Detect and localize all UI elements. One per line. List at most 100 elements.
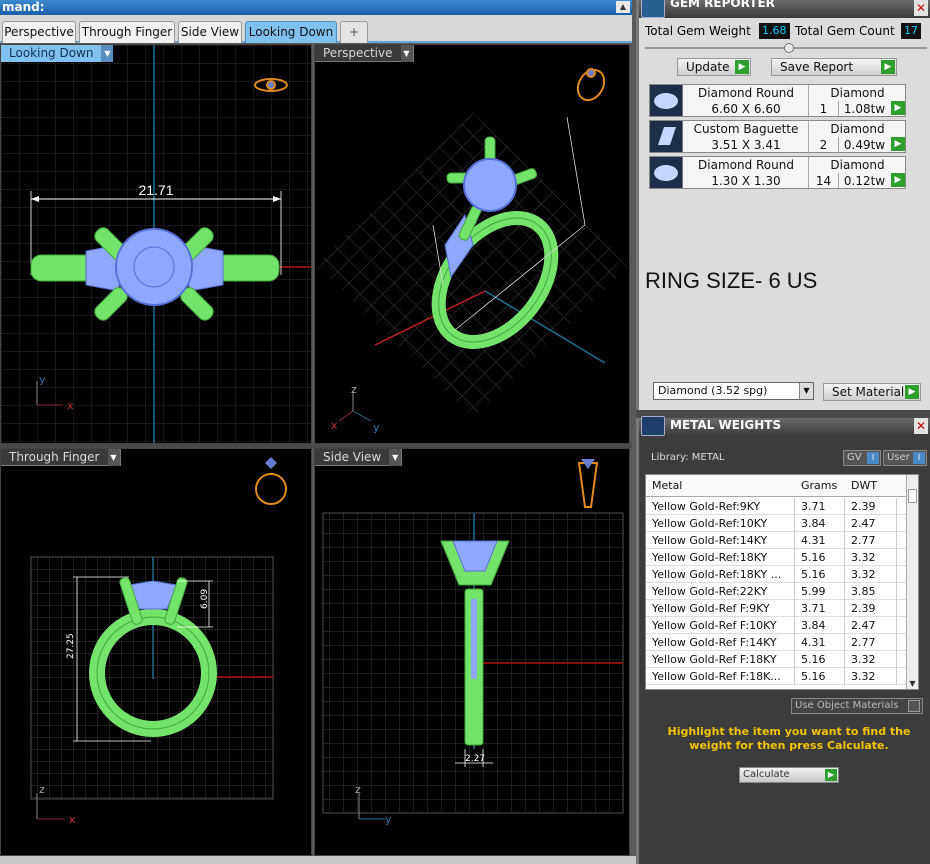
height-dimension-label: 27.25 <box>66 633 76 659</box>
table-row[interactable]: Yellow Gold-Ref F:14KY 4.31 2.77 <box>646 634 908 651</box>
viewport-label[interactable]: Side View ▼ <box>315 449 403 466</box>
viewport-side-view[interactable]: Side View ▼ 2.27 z y <box>314 448 630 856</box>
viewport-label-text: Through Finger <box>9 450 100 464</box>
gv-toggle[interactable]: GV I <box>843 450 881 466</box>
table-row[interactable]: Yellow Gold-Ref:10KY 3.84 2.47 <box>646 515 908 532</box>
close-icon[interactable]: ✕ <box>914 0 928 16</box>
grams-value: 5.16 <box>801 568 826 581</box>
viewport-looking-down[interactable]: Looking Down ▼ 21.71 y x <box>0 44 312 444</box>
column-divider <box>896 498 897 515</box>
grams-value: 5.16 <box>801 670 826 683</box>
metal-table-header: Metal Grams DWT <box>646 475 918 497</box>
viewport-label[interactable]: Through Finger ▼ <box>1 449 121 466</box>
splitter-handle[interactable] <box>784 43 794 53</box>
gem-reporter-header: GEM REPORTER ✕ <box>639 0 930 18</box>
metal-name: Yellow Gold-Ref:14KY <box>652 534 768 547</box>
add-tab-button[interactable]: + <box>340 21 368 43</box>
ring-size-note: RING SIZE- 6 US <box>645 268 818 293</box>
column-divider <box>794 549 795 566</box>
table-row[interactable]: Yellow Gold-Ref F:18K... 5.16 3.32 <box>646 668 908 685</box>
metal-weights-panel: METAL WEIGHTS ✕ Library: METAL GV I User I… <box>636 416 930 864</box>
scrollbar-thumb[interactable] <box>908 489 917 503</box>
panel-divider[interactable] <box>636 410 930 418</box>
table-row[interactable]: Yellow Gold-Ref F:9KY 3.71 2.39 <box>646 600 908 617</box>
table-row[interactable]: Yellow Gold-Ref:18KY 5.16 3.32 <box>646 549 908 566</box>
column-divider <box>896 600 897 617</box>
grams-value: 5.16 <box>801 653 826 666</box>
column-divider <box>844 617 845 634</box>
column-divider <box>844 634 845 651</box>
tab-side-view[interactable]: Side View <box>178 21 242 43</box>
use-object-label: Use Object Materials <box>795 700 899 711</box>
tab-looking-down[interactable]: Looking Down <box>245 21 337 43</box>
gem-size: 3.51 X 3.41 <box>711 138 781 152</box>
viewport-label[interactable]: Perspective ▼ <box>315 45 414 62</box>
set-material-button[interactable]: Set Material ▶ <box>823 383 921 401</box>
metal-table[interactable]: Metal Grams DWT Yellow Gold-Ref:9KY 3.71 2… <box>645 474 919 690</box>
total-weight-value: 1.68 <box>759 23 790 39</box>
save-report-button[interactable]: Save Report ▶ <box>771 58 897 76</box>
tab-perspective[interactable]: Perspective <box>2 21 76 43</box>
close-icon[interactable]: ✕ <box>914 418 928 434</box>
metal-name: Yellow Gold-Ref:9KY <box>652 500 761 513</box>
grams-value: 3.71 <box>801 500 826 513</box>
play-icon: ▶ <box>905 385 919 399</box>
table-row[interactable]: Yellow Gold-Ref:18KY ... 5.16 3.32 <box>646 566 908 583</box>
update-button[interactable]: Update ▶ <box>677 58 751 76</box>
column-header-dwt[interactable]: DWT <box>851 475 877 497</box>
column-divider <box>844 532 845 549</box>
scroll-up-icon[interactable]: ▲ <box>616 1 630 13</box>
chevron-down-icon[interactable]: ▼ <box>799 383 813 399</box>
chevron-down-icon[interactable]: ▼ <box>389 449 402 466</box>
round-gem-icon <box>650 85 683 116</box>
column-divider <box>844 566 845 583</box>
axis-x-label: x <box>331 419 338 432</box>
play-icon[interactable]: ▶ <box>891 101 905 115</box>
axis-x-label: x <box>69 813 76 826</box>
gem-material: Diamond <box>808 157 906 174</box>
chevron-down-icon[interactable]: ▼ <box>400 45 413 62</box>
table-row[interactable]: Yellow Gold-Ref:9KY 3.71 2.39 <box>646 498 908 515</box>
scroll-down-icon[interactable]: ▼ <box>907 679 918 689</box>
column-divider <box>844 549 845 566</box>
viewport-through-finger[interactable]: Through Finger ▼ 27.25 6.09 z x <box>0 448 312 856</box>
viewport-label[interactable]: Looking Down ▼ <box>1 45 114 62</box>
baguette-gem-icon <box>650 121 683 152</box>
column-divider <box>794 583 795 600</box>
column-divider <box>896 583 897 600</box>
column-header-grams[interactable]: Grams <box>801 475 837 497</box>
play-icon[interactable]: ▶ <box>891 173 905 187</box>
chevron-down-icon[interactable]: ▼ <box>107 449 120 466</box>
play-icon: ▶ <box>881 60 895 74</box>
dwt-value: 2.39 <box>851 500 876 513</box>
table-row[interactable]: Yellow Gold-Ref:22KY 5.99 3.85 <box>646 583 908 600</box>
status-strip <box>0 856 636 864</box>
material-select[interactable]: Diamond (3.52 spg) ▼ <box>653 382 814 400</box>
table-row[interactable]: Yellow Gold-Ref F:18KY 5.16 3.32 <box>646 651 908 668</box>
calculate-button[interactable]: Calculate ▶ <box>739 767 839 783</box>
library-label: Library: METAL <box>651 452 725 463</box>
column-header-metal[interactable]: Metal <box>652 475 682 497</box>
gem-row[interactable]: Diamond Round Diamond 6.60 X 6.60 1 1.08… <box>649 84 906 118</box>
set-material-label: Set Material <box>832 385 905 399</box>
gem-row[interactable]: Diamond Round Diamond 1.30 X 1.30 14 0.1… <box>649 156 906 190</box>
viewport-perspective[interactable]: Perspective ▼ z x y <box>314 44 630 444</box>
calculate-hint: Highlight the item you want to find the … <box>667 725 911 752</box>
info-icon: I <box>913 452 925 464</box>
user-toggle[interactable]: User I <box>883 450 927 466</box>
play-icon[interactable]: ▶ <box>891 137 905 151</box>
grams-value: 3.84 <box>801 619 826 632</box>
tab-through-finger[interactable]: Through Finger <box>79 21 175 43</box>
gem-row[interactable]: Custom Baguette Diamond 3.51 X 3.41 2 0.… <box>649 120 906 154</box>
material-select-value: Diamond (3.52 spg) <box>658 384 768 397</box>
table-row[interactable]: Yellow Gold-Ref:14KY 4.31 2.77 <box>646 532 908 549</box>
column-divider <box>844 668 845 685</box>
use-object-materials-toggle[interactable]: Use Object Materials <box>791 698 923 714</box>
column-divider <box>794 498 795 515</box>
table-row[interactable]: Yellow Gold-Ref F:10KY 3.84 2.47 <box>646 617 908 634</box>
gem-weight: 1.08tw <box>838 101 890 118</box>
metal-name: Yellow Gold-Ref:18KY ... <box>652 568 782 581</box>
chevron-down-icon[interactable]: ▼ <box>101 45 114 62</box>
table-scrollbar[interactable]: ▼ <box>906 475 918 689</box>
column-divider <box>896 617 897 634</box>
